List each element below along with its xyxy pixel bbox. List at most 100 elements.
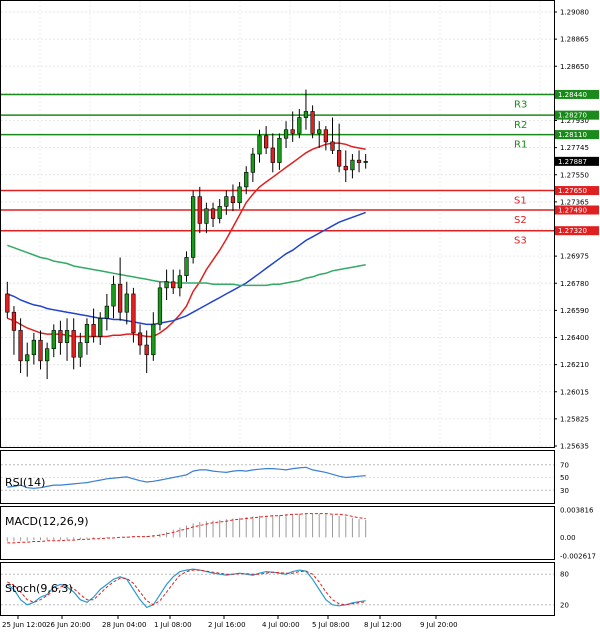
candle-body — [191, 196, 196, 258]
main-price-panel — [0, 0, 555, 448]
time-tick-label: 25 Jun 12:00 — [2, 621, 46, 629]
level-name-s1: S1 — [514, 196, 527, 207]
trading-chart: R3R2R1S1S2S3 1.290801.288651.286501.2831… — [0, 0, 599, 629]
level-price-label: 1.27490 — [558, 207, 587, 215]
candle-body — [363, 161, 368, 163]
rsi-tick-label: 30 — [560, 487, 569, 495]
time-tick-label: 2 Jul 16:00 — [208, 621, 246, 629]
candle-body — [184, 257, 189, 276]
time-tick-label: 5 Jul 08:00 — [312, 621, 350, 629]
time-tick-label: 1 Jul 08:00 — [154, 621, 192, 629]
candle-body — [330, 141, 335, 151]
level-price-label: 1.28110 — [558, 131, 587, 139]
candle-body — [131, 293, 136, 334]
price-tick-label: 1.27365 — [560, 198, 589, 206]
stoch-panel — [0, 562, 555, 616]
candle-body — [270, 147, 275, 163]
candle-body — [244, 172, 249, 188]
candle-body — [197, 196, 202, 224]
candle-body — [297, 117, 302, 134]
macd-tick-label: 0.00 — [560, 534, 576, 542]
candle-body — [290, 129, 295, 134]
price-tick-label: 1.26590 — [560, 307, 589, 315]
candle-body — [5, 293, 10, 313]
level-name-r1: R1 — [514, 140, 527, 151]
candle-body — [164, 281, 169, 289]
macd-label: MACD(12,26,9) — [5, 515, 89, 528]
rsi-label: RSI(14) — [5, 476, 45, 489]
level-price-label: 1.27650 — [558, 187, 587, 195]
candle-body — [283, 129, 289, 139]
candle-body — [317, 129, 322, 134]
candle-body — [343, 165, 348, 171]
level-name-s3: S3 — [514, 236, 527, 247]
level-name-r2: R2 — [514, 120, 527, 131]
level-price-label: 1.28270 — [558, 112, 587, 120]
candle-body — [45, 348, 50, 362]
candle-body — [84, 324, 90, 343]
candle-body — [204, 208, 209, 224]
candle-body — [264, 135, 269, 149]
time-tick-label: 4 Jul 00:00 — [262, 621, 300, 629]
level-name-r3: R3 — [514, 99, 527, 110]
price-tick-label: 1.28865 — [560, 36, 589, 44]
candle-body — [323, 129, 328, 143]
macd-tick-label: 0.003816 — [560, 507, 594, 515]
price-tick-label: 1.25635 — [560, 443, 589, 451]
candle-body — [104, 305, 109, 319]
candle-body — [230, 196, 236, 204]
candle-body — [277, 137, 282, 163]
candle-body — [118, 283, 123, 313]
candle-body — [51, 330, 56, 349]
candle-body — [257, 135, 262, 155]
price-tick-label: 1.26400 — [560, 334, 589, 342]
price-tick-label: 1.29080 — [560, 9, 589, 17]
candle-body — [31, 339, 36, 356]
candle-body — [98, 317, 103, 337]
candle-body — [250, 153, 255, 173]
time-tick-label: 26 Jun 20:00 — [46, 621, 90, 629]
level-price-label: 1.28440 — [558, 91, 587, 99]
candle-body — [151, 324, 156, 356]
level-price-label: 1.27320 — [558, 227, 587, 235]
candle-body — [18, 330, 23, 362]
macd-tick-label: -0.002617 — [560, 553, 596, 561]
rsi-tick-label: 70 — [560, 461, 569, 469]
price-tick-label: 1.26015 — [560, 388, 589, 396]
candle-body — [137, 332, 143, 346]
time-tick-label: 8 Jul 12:00 — [364, 621, 402, 629]
stoch-tick-label: 20 — [560, 601, 569, 609]
level-price-tags: 1.284401.282701.281101.276501.274901.273… — [555, 89, 599, 236]
candle-body — [144, 344, 149, 356]
candle-body — [64, 330, 70, 343]
price-tick-label: 1.28650 — [560, 63, 589, 71]
candle-body — [237, 186, 242, 204]
candle-body — [58, 330, 63, 343]
price-tick-label: 1.27745 — [560, 144, 589, 152]
candle-body — [111, 283, 116, 307]
candle-body — [157, 287, 163, 325]
candle-body — [78, 342, 83, 358]
price-tick-label: 1.26975 — [560, 253, 589, 261]
rsi-tick-label: 50 — [560, 474, 569, 482]
candle-body — [177, 275, 182, 289]
stoch-label: Stoch(9,6,3) — [5, 582, 73, 595]
candle-body — [25, 354, 30, 362]
candle-body — [91, 324, 96, 337]
candle-body — [124, 293, 129, 313]
candle-body — [217, 206, 222, 219]
candle-body — [210, 208, 216, 219]
candle-body — [356, 159, 362, 163]
candle-body — [337, 150, 342, 167]
last-price-label: 1.27887 — [558, 158, 587, 166]
candle-body — [310, 111, 315, 134]
candle-body — [171, 281, 176, 289]
price-tick-label: 1.25825 — [560, 415, 589, 423]
price-tick-label: 1.26780 — [560, 280, 589, 288]
stoch-tick-label: 80 — [560, 571, 569, 579]
time-tick-label: 28 Jun 04:00 — [102, 621, 146, 629]
candle-body — [350, 159, 355, 171]
candle-body — [38, 339, 43, 362]
price-tick-label: 1.26210 — [560, 361, 589, 369]
time-axis: 25 Jun 12:00 26 Jun 20:00 28 Jun 04:00 1 Ju… — [2, 616, 458, 629]
